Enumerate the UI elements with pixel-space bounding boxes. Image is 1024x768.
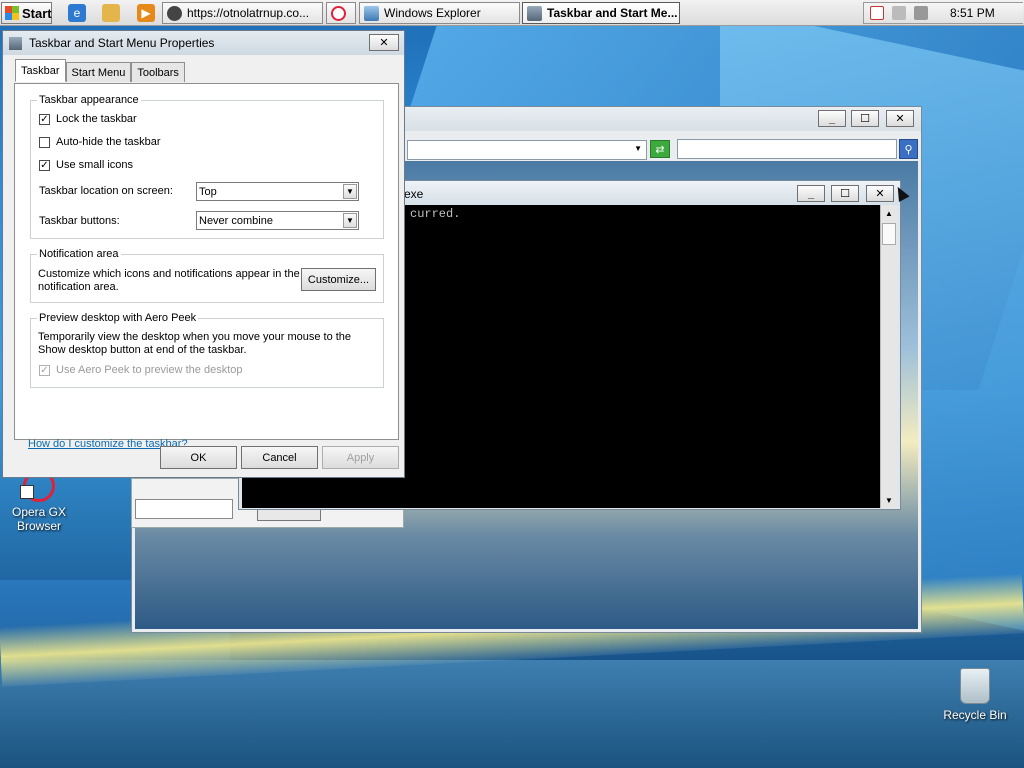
select-value: Never combine [199,214,273,227]
browser-icon [167,5,182,21]
aero-peek-description: Temporarily view the desktop when you mo… [38,331,352,356]
autohide-option[interactable]: Auto-hide the taskbar [39,136,161,148]
explorer-close-button[interactable]: ✕ [886,110,914,127]
console-close-button[interactable]: ✕ [866,185,894,202]
task-label: Windows Explorer [384,6,481,20]
autohide-checkbox[interactable] [39,136,50,148]
checkbox-label: Lock the taskbar [56,113,137,125]
search-input[interactable] [677,139,897,159]
task-label: Taskbar and Start Me... [547,6,678,20]
opera-icon [331,5,346,21]
checkbox-label: Use small icons [56,159,134,171]
task-button-taskbar-properties[interactable]: Taskbar and Start Me... [522,2,680,24]
internet-explorer-icon[interactable]: e [68,4,86,22]
start-label: Start [22,5,52,21]
console-text: curred. [410,207,461,221]
windows-logo-icon [5,6,19,20]
start-button[interactable]: Start [1,2,52,24]
dialog-titlebar[interactable]: Taskbar and Start Menu Properties [3,31,404,55]
dialog-title: Taskbar and Start Menu Properties [29,36,215,50]
explorer-maximize-button[interactable]: ☐ [851,110,879,127]
address-dropdown-icon[interactable]: ▼ [634,144,642,153]
dialog-tabs: Taskbar Start Menu Toolbars [15,59,185,82]
apply-button: Apply [322,446,399,469]
properties-icon [9,36,22,50]
aero-peek-option: ✓ Use Aero Peek to preview the desktop [39,364,243,376]
small-icons-option[interactable]: ✓ Use small icons [39,159,133,171]
tab-taskbar[interactable]: Taskbar [15,59,66,82]
folder-icon[interactable] [102,4,120,22]
small-icons-checkbox[interactable]: ✓ [39,159,50,171]
volume-icon[interactable] [914,6,928,20]
explorer-minimize-button[interactable]: _ [818,110,846,127]
ok-button[interactable]: OK [160,446,237,469]
action-center-icon[interactable] [892,6,906,20]
tab-toolbars[interactable]: Toolbars [131,62,185,82]
desktop-icon-recycle-bin[interactable]: Recycle Bin [938,668,1012,722]
scroll-thumb[interactable] [882,223,896,245]
task-button-windows-explorer[interactable]: Windows Explorer [359,2,520,24]
task-button-opera[interactable] [326,2,356,24]
console-minimize-button[interactable]: _ [797,185,825,202]
refresh-icon: ⇄ [655,143,665,156]
chevron-down-icon[interactable]: ▼ [343,184,357,199]
background-input[interactable] [135,499,233,519]
desktop-icon-opera-gx[interactable]: Opera GX Browser [2,470,76,533]
task-label: https://otnolatrnup.co... [187,6,310,20]
checkbox-label: Use Aero Peek to preview the desktop [56,364,243,376]
clock[interactable]: 8:51 PM [950,6,995,20]
tab-start-menu[interactable]: Start Menu [65,62,132,82]
refresh-go-button[interactable]: ⇄ [650,140,670,158]
recycle-bin-icon [960,668,990,704]
search-icon: ⚲ [904,143,913,156]
group-legend: Notification area [37,248,121,260]
address-bar[interactable]: ▼ [407,140,647,160]
chevron-down-icon[interactable]: ▼ [343,213,357,228]
cancel-button[interactable]: Cancel [241,446,318,469]
group-legend: Preview desktop with Aero Peek [37,312,199,324]
aero-peek-group: Preview desktop with Aero Peek Temporari… [30,312,384,388]
notification-area-group: Notification area Customize which icons … [30,248,384,303]
taskbar-location-select[interactable]: Top ▼ [196,182,359,201]
system-tray: 8:51 PM [863,2,1023,24]
customize-button[interactable]: Customize... [301,268,376,291]
desktop-icon-label: Opera GX Browser [11,505,67,533]
taskbar: Start e ▶ https://otnolatrnup.co... Wind… [0,0,1024,26]
console-scrollbar[interactable]: ▲ ▼ [880,205,897,508]
dialog-close-button[interactable]: ✕ [369,34,399,51]
lock-taskbar-checkbox[interactable]: ✓ [39,113,50,125]
taskbar-appearance-group: Taskbar appearance ✓ Lock the taskbar Au… [30,94,384,239]
select-value: Top [199,185,217,198]
media-player-icon[interactable]: ▶ [137,4,155,22]
taskbar-properties-dialog[interactable]: Taskbar and Start Menu Properties ✕ Task… [2,30,405,478]
lock-taskbar-option[interactable]: ✓ Lock the taskbar [39,113,137,125]
taskbar-buttons-select[interactable]: Never combine ▼ [196,211,359,230]
notification-description: Customize which icons and notifications … [38,268,300,293]
explorer-icon [364,5,379,21]
group-legend: Taskbar appearance [37,94,141,106]
network-warning-icon[interactable] [870,6,884,20]
scroll-down-button[interactable]: ▼ [881,492,897,508]
buttons-label: Taskbar buttons: [39,215,120,227]
checkbox-label: Auto-hide the taskbar [56,136,161,148]
desktop-icon-label: Recycle Bin [943,708,1007,722]
console-maximize-button[interactable]: ☐ [831,185,859,202]
taskbar-tab-panel: Taskbar appearance ✓ Lock the taskbar Au… [14,83,399,450]
scroll-up-button[interactable]: ▲ [881,205,897,221]
search-button[interactable]: ⚲ [899,139,918,159]
console-title: exe [404,187,424,201]
location-label: Taskbar location on screen: [39,185,173,197]
properties-icon [527,5,542,21]
aero-peek-checkbox: ✓ [39,364,50,376]
task-button-browser[interactable]: https://otnolatrnup.co... [162,2,323,24]
